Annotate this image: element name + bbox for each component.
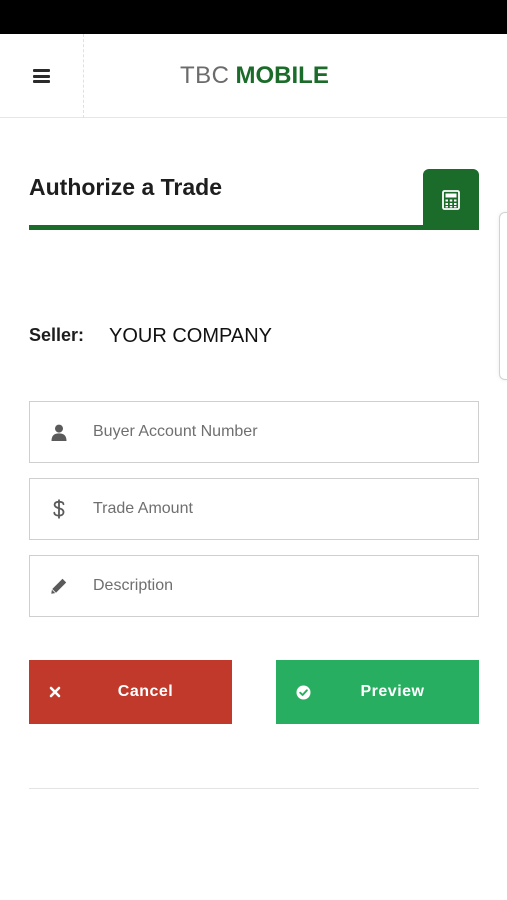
brand-primary: TBC [180,62,230,89]
seller-value: YOUR COMPANY [109,325,272,347]
calculator-button[interactable] [423,169,479,230]
dollar-icon [48,479,70,539]
description-input[interactable] [93,556,468,616]
brand-secondary: MOBILE [235,62,329,89]
menu-button[interactable] [0,34,84,118]
cancel-label: Cancel [117,683,174,700]
trade-amount-input[interactable] [93,479,468,539]
page-title: Authorize a Trade [29,174,222,200]
title-underline [29,225,479,230]
preview-label: Preview [360,683,425,700]
hamburger-icon [33,69,50,83]
user-icon [48,402,70,462]
calculator-icon [442,189,460,210]
pencil-icon [48,556,70,616]
buyer-account-input[interactable] [93,402,468,462]
description-field[interactable] [29,555,479,617]
side-panel-handle[interactable] [499,212,507,380]
buyer-account-field[interactable] [29,401,479,463]
status-bar [0,0,507,34]
bottom-divider [29,788,479,789]
trade-amount-field[interactable] [29,478,479,540]
app-header: TBC MOBILE [0,34,507,118]
app-brand: TBC MOBILE [180,61,329,91]
preview-button[interactable]: Preview [276,660,479,724]
cancel-button[interactable]: Cancel [29,660,232,724]
seller-label: Seller: [29,325,85,345]
